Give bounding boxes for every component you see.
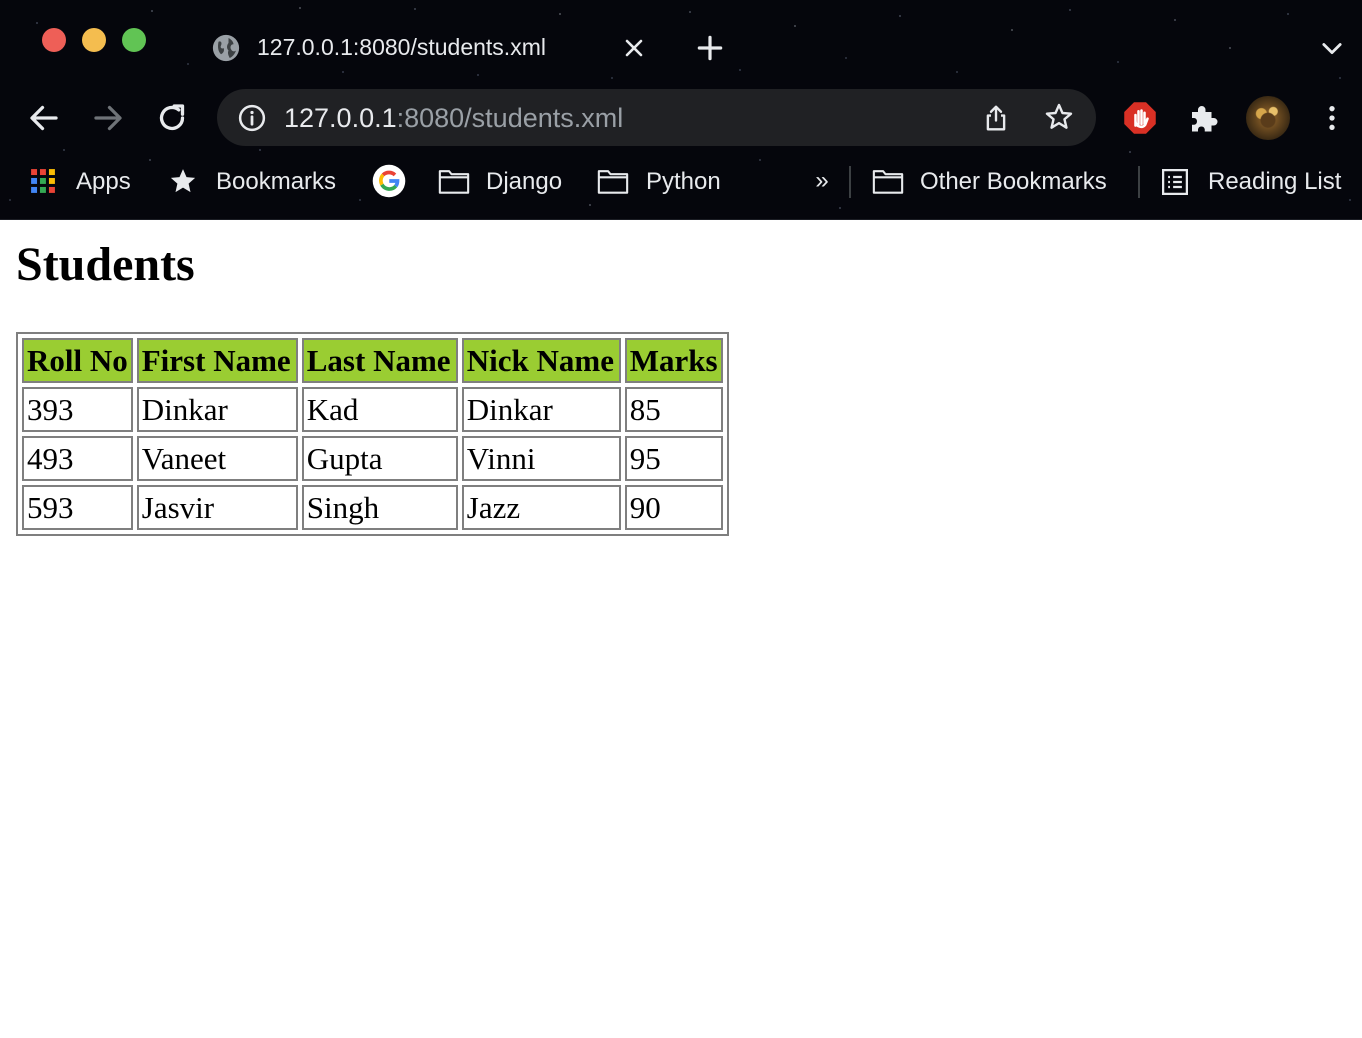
- adblock-hand-icon[interactable]: [1122, 100, 1158, 136]
- bookmark-google[interactable]: [372, 163, 408, 199]
- reading-list-button[interactable]: Reading List: [1160, 163, 1355, 199]
- column-header-first-name: First Name: [136, 338, 298, 383]
- students-table: Roll No First Name Last Name Nick Name M…: [16, 332, 729, 536]
- column-header-marks: Marks: [624, 338, 723, 383]
- cell-nick-name: Dinkar: [461, 387, 621, 432]
- cell-last-name: Singh: [301, 485, 458, 530]
- reading-list-icon: [1162, 169, 1188, 195]
- table-header-row: Roll No First Name Last Name Nick Name M…: [22, 338, 723, 383]
- window-maximize-button[interactable]: [122, 28, 146, 52]
- table-row: 593 Jasvir Singh Jazz 90: [22, 485, 723, 530]
- column-header-last-name: Last Name: [301, 338, 458, 383]
- new-tab-icon[interactable]: [694, 32, 726, 64]
- address-bar[interactable]: 127.0.0.1:8080/students.xml: [217, 89, 1096, 146]
- chevron-down-icon[interactable]: [1316, 34, 1348, 62]
- bookmark-label: Reading List: [1208, 168, 1342, 195]
- bookmark-label: Apps: [76, 168, 131, 195]
- forward-arrow-icon[interactable]: [90, 100, 126, 136]
- bookmark-folder-python[interactable]: Python: [597, 163, 737, 199]
- cell-first-name: Jasvir: [136, 485, 298, 530]
- folder-icon: [438, 170, 470, 194]
- table-row: 393 Dinkar Kad Dinkar 85: [22, 387, 723, 432]
- bookmark-other-bookmarks[interactable]: Other Bookmarks: [872, 163, 1122, 199]
- window-minimize-button[interactable]: [82, 28, 106, 52]
- cell-roll-no: 493: [22, 436, 133, 481]
- more-menu-icon[interactable]: [1316, 100, 1348, 136]
- table-row: 493 Vaneet Gupta Vinni 95: [22, 436, 723, 481]
- url-path: :8080/students.xml: [396, 103, 624, 133]
- profile-avatar[interactable]: [1246, 96, 1290, 140]
- tab-title[interactable]: 127.0.0.1:8080/students.xml: [257, 32, 546, 62]
- folder-icon: [872, 170, 904, 194]
- folder-icon: [597, 170, 629, 194]
- bookmark-label: Bookmarks: [216, 168, 337, 195]
- bookmark-star-icon[interactable]: [1043, 101, 1075, 133]
- bookmark-label: Other Bookmarks: [920, 168, 1107, 195]
- reload-icon[interactable]: [154, 100, 190, 136]
- google-icon: [372, 164, 406, 198]
- share-icon[interactable]: [981, 102, 1011, 134]
- cell-first-name: Vaneet: [136, 436, 298, 481]
- bookmark-folder-django[interactable]: Django: [438, 163, 578, 199]
- cell-roll-no: 593: [22, 485, 133, 530]
- url-host: 127.0.0.1: [284, 103, 397, 133]
- bookmarks-overflow-button[interactable]: »: [808, 165, 836, 197]
- column-header-nick-name: Nick Name: [461, 338, 621, 383]
- tab-close-icon[interactable]: [620, 34, 648, 62]
- extensions-puzzle-icon[interactable]: [1186, 100, 1222, 136]
- cell-marks: 95: [624, 436, 723, 481]
- cell-roll-no: 393: [22, 387, 133, 432]
- apps-grid-icon: [31, 169, 55, 193]
- cell-first-name: Dinkar: [136, 387, 298, 432]
- browser-chrome: 127.0.0.1:8080/students.xml 127.0.0.1:80…: [0, 0, 1362, 220]
- cell-nick-name: Jazz: [461, 485, 621, 530]
- column-header-roll-no: Roll No: [22, 338, 133, 383]
- cell-last-name: Kad: [301, 387, 458, 432]
- window-close-button[interactable]: [42, 28, 66, 52]
- star-icon: [170, 169, 196, 193]
- info-icon[interactable]: [237, 103, 267, 133]
- bookmarks-divider: [849, 166, 851, 198]
- bookmark-apps[interactable]: Apps: [30, 163, 140, 199]
- page-content: Students Roll No First Name Last Name Ni…: [0, 220, 1362, 1038]
- cell-marks: 85: [624, 387, 723, 432]
- cell-last-name: Gupta: [301, 436, 458, 481]
- page-title: Students: [16, 238, 195, 291]
- cell-marks: 90: [624, 485, 723, 530]
- globe-icon: [212, 34, 240, 62]
- back-arrow-icon[interactable]: [26, 100, 62, 136]
- bookmarks-divider: [1138, 166, 1140, 198]
- cell-nick-name: Vinni: [461, 436, 621, 481]
- bookmark-label: Django: [486, 168, 563, 195]
- bookmark-label: Python: [646, 168, 721, 195]
- url-text[interactable]: 127.0.0.1:8080/students.xml: [284, 101, 623, 135]
- bookmark-bookmarks[interactable]: Bookmarks: [168, 163, 348, 199]
